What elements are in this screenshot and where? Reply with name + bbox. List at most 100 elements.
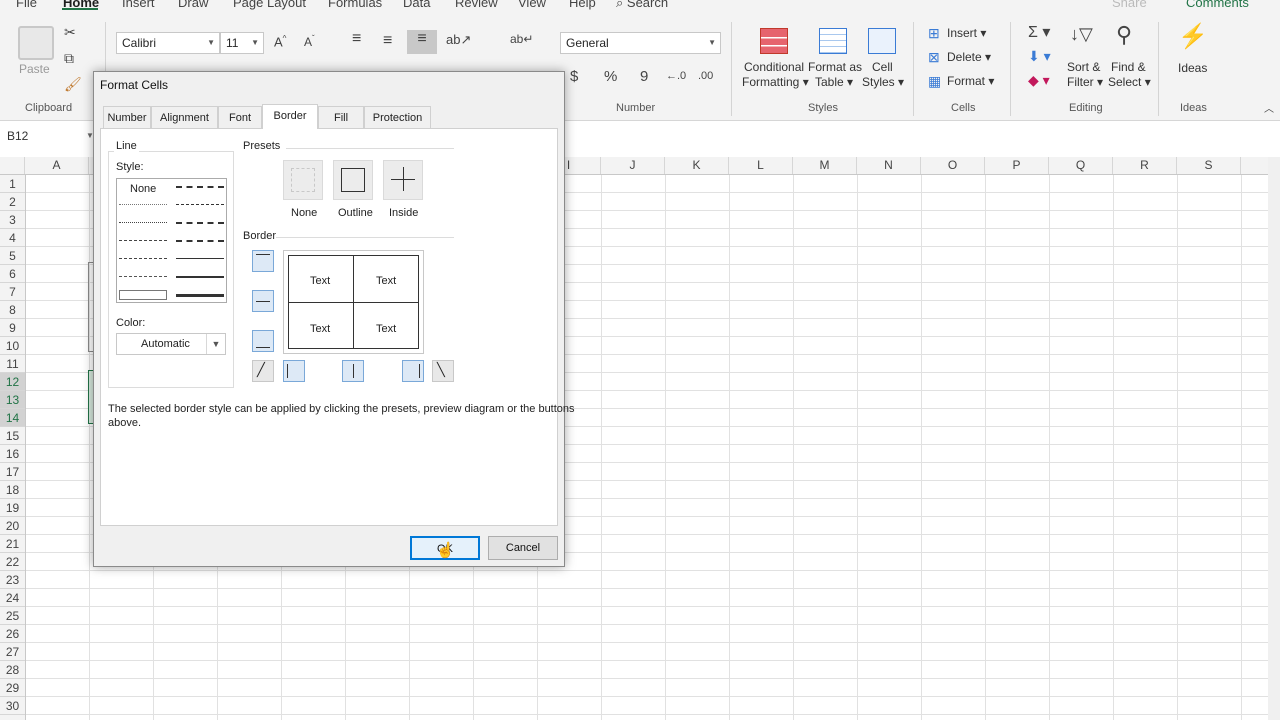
delete-cells-icon[interactable]: ⊠: [928, 49, 940, 66]
tab-draw[interactable]: Draw: [178, 0, 208, 10]
format-as-table-icon[interactable]: [819, 28, 847, 54]
chevron-down-icon[interactable]: ▼: [206, 334, 225, 354]
increase-font-icon[interactable]: A^: [274, 34, 286, 49]
row-header-4[interactable]: 4: [0, 229, 25, 247]
align-top-icon[interactable]: ≡: [352, 30, 361, 48]
name-box[interactable]: B12: [2, 127, 94, 147]
column-header-l[interactable]: L: [729, 157, 793, 174]
row-header-12[interactable]: 12: [0, 373, 25, 391]
tab-help[interactable]: Help: [569, 0, 596, 10]
row-header-16[interactable]: 16: [0, 445, 25, 463]
search-box[interactable]: ⌕ Search: [616, 0, 668, 10]
tab-fill[interactable]: Fill: [318, 106, 364, 128]
tab-font[interactable]: Font: [218, 106, 262, 128]
line-style-dotted[interactable]: [119, 222, 167, 223]
conditional-formatting-label-2[interactable]: Formatting ▾: [742, 75, 809, 90]
format-painter-icon[interactable]: 🖌: [64, 76, 82, 93]
collapse-ribbon-icon[interactable]: ︿: [1264, 100, 1274, 115]
autosum-icon[interactable]: Σ ▾: [1028, 22, 1050, 42]
tab-data[interactable]: Data: [403, 0, 430, 10]
row-header-23[interactable]: 23: [0, 571, 25, 589]
row-header-20[interactable]: 20: [0, 517, 25, 535]
share-button[interactable]: Share: [1112, 0, 1147, 10]
cell-styles-label-2[interactable]: Styles ▾: [862, 75, 904, 90]
currency-icon[interactable]: $: [570, 68, 578, 85]
row-header-10[interactable]: 10: [0, 337, 25, 355]
find-select-label[interactable]: Find &: [1111, 60, 1146, 75]
preset-none-button[interactable]: [283, 160, 323, 200]
wrap-text-icon[interactable]: ab↵: [510, 32, 533, 46]
cancel-button[interactable]: Cancel: [488, 536, 558, 560]
ideas-icon[interactable]: ⚡: [1178, 22, 1208, 51]
column-header-a[interactable]: A: [25, 157, 89, 174]
row-header-13[interactable]: 13: [0, 391, 25, 409]
row-header-6[interactable]: 6: [0, 265, 25, 283]
orientation-icon[interactable]: ab↗: [446, 32, 471, 48]
comma-style-icon[interactable]: 9: [640, 68, 648, 85]
border-right-button[interactable]: [402, 360, 424, 382]
border-preview[interactable]: Text Text Text Text: [283, 250, 424, 354]
sort-filter-label[interactable]: Sort &: [1067, 60, 1100, 75]
decrease-font-icon[interactable]: Aˇ: [304, 34, 315, 49]
clear-icon[interactable]: ◆ ▾: [1028, 72, 1050, 89]
column-header-m[interactable]: M: [793, 157, 857, 174]
increase-decimal-icon[interactable]: ←.0: [666, 70, 686, 82]
line-style-slant-dash-dot[interactable]: [176, 204, 224, 205]
align-middle-icon[interactable]: ≡: [383, 32, 392, 50]
line-style-medium-dashed[interactable]: [176, 240, 224, 242]
find-select-label-2[interactable]: Select ▾: [1108, 75, 1151, 90]
row-header-28[interactable]: 28: [0, 661, 25, 679]
insert-cells-button[interactable]: Insert ▾: [947, 26, 986, 41]
ideas-button-label[interactable]: Ideas: [1178, 61, 1207, 76]
sort-filter-icon[interactable]: ↓▽: [1070, 24, 1093, 45]
number-format-select[interactable]: General ▼: [560, 32, 721, 54]
conditional-formatting-icon[interactable]: [760, 28, 788, 54]
paste-icon[interactable]: [18, 26, 54, 60]
row-header-1[interactable]: 1: [0, 175, 25, 193]
row-header-8[interactable]: 8: [0, 301, 25, 319]
paste-button-label[interactable]: Paste: [19, 62, 50, 77]
row-header-9[interactable]: 9: [0, 319, 25, 337]
line-style-hair[interactable]: [119, 204, 167, 205]
insert-cells-icon[interactable]: ⊞: [928, 25, 940, 42]
column-header-n[interactable]: N: [857, 157, 921, 174]
tab-alignment[interactable]: Alignment: [151, 106, 218, 128]
row-header-29[interactable]: 29: [0, 679, 25, 697]
comments-button[interactable]: Comments: [1186, 0, 1249, 10]
tab-border[interactable]: Border: [262, 104, 318, 129]
tab-formulas[interactable]: Formulas: [328, 0, 382, 10]
format-cells-button[interactable]: Format ▾: [947, 74, 994, 89]
font-name-select[interactable]: Calibri ▼: [116, 32, 220, 54]
row-header-17[interactable]: 17: [0, 463, 25, 481]
vertical-scrollbar[interactable]: [1268, 157, 1280, 720]
tab-page-layout[interactable]: Page Layout: [233, 0, 306, 10]
line-style-dash-dot[interactable]: [119, 258, 167, 259]
fill-icon[interactable]: ⬇ ▾: [1028, 48, 1051, 65]
column-header-j[interactable]: J: [601, 157, 665, 174]
cell-styles-label[interactable]: Cell: [872, 60, 893, 75]
tab-number[interactable]: Number: [103, 106, 151, 128]
border-left-button[interactable]: [283, 360, 305, 382]
row-header-25[interactable]: 25: [0, 607, 25, 625]
delete-cells-button[interactable]: Delete ▾: [947, 50, 991, 65]
row-header-30[interactable]: 30: [0, 697, 25, 715]
line-style-medium-dash-dot[interactable]: [176, 222, 224, 224]
row-header-2[interactable]: 2: [0, 193, 25, 211]
format-cells-icon[interactable]: ▦: [928, 73, 941, 90]
border-bottom-button[interactable]: [252, 330, 274, 352]
row-header-26[interactable]: 26: [0, 625, 25, 643]
row-header-27[interactable]: 27: [0, 643, 25, 661]
row-header-24[interactable]: 24: [0, 589, 25, 607]
line-style-none[interactable]: None: [130, 183, 156, 195]
tab-protection[interactable]: Protection: [364, 106, 431, 128]
color-select[interactable]: Automatic ▼: [116, 333, 226, 355]
percent-icon[interactable]: %: [604, 68, 617, 85]
border-diagonal-up-button[interactable]: ╱: [252, 360, 274, 382]
line-style-medium-dash-dot-dot[interactable]: [176, 186, 224, 188]
cut-icon[interactable]: ✂: [64, 24, 76, 41]
tab-insert[interactable]: Insert: [122, 0, 155, 10]
line-style-thick[interactable]: [176, 294, 224, 297]
row-header-21[interactable]: 21: [0, 535, 25, 553]
cell-styles-icon[interactable]: [868, 28, 896, 54]
border-diagonal-down-button[interactable]: ╲: [432, 360, 454, 382]
